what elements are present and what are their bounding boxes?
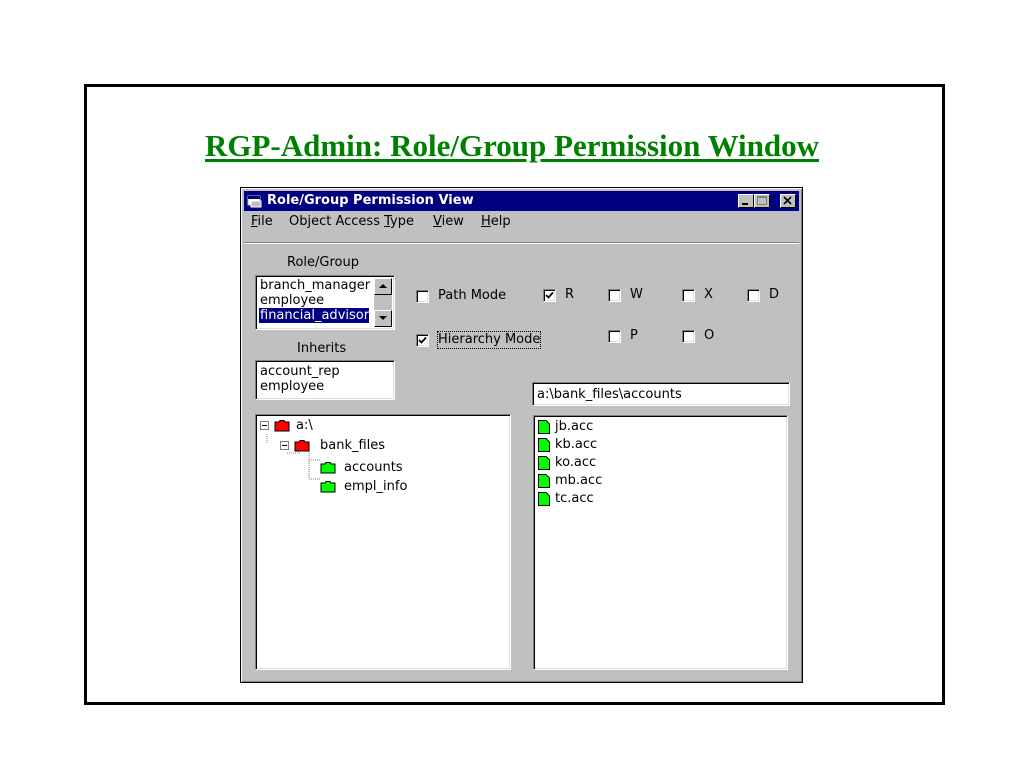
- directory-tree[interactable]: a:\ bank_files accounts empl_info: [255, 414, 511, 670]
- permission-o-label[interactable]: O: [704, 328, 714, 344]
- collapse-icon[interactable]: [260, 421, 269, 430]
- tree-node-label[interactable]: bank_files: [320, 437, 385, 455]
- tree-node-label[interactable]: a:\: [296, 417, 313, 435]
- menu-object-access-type[interactable]: Object Access Type: [289, 214, 414, 230]
- collapse-icon[interactable]: [280, 441, 289, 450]
- menu-view[interactable]: View: [433, 214, 464, 230]
- folder-icon: [320, 462, 336, 474]
- slide-title: RGP-Admin: Role/Group Permission Window: [204, 128, 820, 163]
- permission-p-checkbox[interactable]: [608, 330, 621, 343]
- permission-p-label[interactable]: P: [630, 328, 638, 344]
- file-label[interactable]: tc.acc: [555, 490, 594, 508]
- minimize-icon: [742, 203, 748, 205]
- permission-o-checkbox[interactable]: [682, 330, 695, 343]
- file-icon: [538, 438, 550, 452]
- scroll-down-button[interactable]: [374, 310, 392, 327]
- permission-x-label[interactable]: X: [704, 287, 713, 303]
- file-list[interactable]: jb.acc kb.acc ko.acc mb.acc tc.acc: [533, 415, 788, 670]
- inherits-list[interactable]: account_rep employee: [255, 360, 395, 400]
- menu-help[interactable]: Help: [481, 214, 511, 230]
- folder-icon: [274, 420, 290, 432]
- permission-w-checkbox[interactable]: [608, 289, 621, 302]
- permission-window: Role/Group Permission View File Object A…: [240, 187, 803, 683]
- path-mode-label[interactable]: Path Mode: [438, 288, 506, 304]
- file-icon: [538, 456, 550, 470]
- permission-w-label[interactable]: W: [630, 287, 643, 303]
- check-icon: [418, 336, 427, 344]
- inherits-item[interactable]: account_rep: [259, 364, 341, 379]
- file-label[interactable]: ko.acc: [555, 454, 596, 472]
- folder-icon: [320, 481, 336, 493]
- path-field[interactable]: [532, 382, 790, 406]
- permission-d-label[interactable]: D: [769, 287, 779, 303]
- inherits-item[interactable]: employee: [259, 379, 325, 394]
- hierarchy-mode-checkbox[interactable]: [416, 334, 429, 347]
- file-icon: [538, 492, 550, 506]
- role-group-item[interactable]: branch_manager: [259, 278, 371, 293]
- path-mode-checkbox[interactable]: [416, 290, 429, 303]
- close-icon: [783, 196, 792, 205]
- permission-r-checkbox[interactable]: [543, 289, 556, 302]
- minimize-button[interactable]: [738, 194, 754, 208]
- scroll-up-button[interactable]: [374, 278, 392, 295]
- permission-r-label[interactable]: R: [565, 287, 574, 303]
- file-label[interactable]: jb.acc: [555, 418, 593, 436]
- role-group-list[interactable]: branch_manager employee financial_adviso…: [255, 275, 395, 330]
- arrow-up-icon: [379, 284, 387, 288]
- file-label[interactable]: kb.acc: [555, 436, 597, 454]
- slide: RGP-Admin: Role/Group Permission Window …: [0, 0, 1024, 768]
- permission-x-checkbox[interactable]: [682, 289, 695, 302]
- check-icon: [545, 291, 554, 299]
- file-icon: [538, 420, 550, 434]
- inherits-label: Inherits: [297, 341, 347, 356]
- maximize-button[interactable]: [754, 194, 770, 208]
- file-icon: [538, 474, 550, 488]
- arrow-down-icon: [379, 316, 387, 320]
- role-group-label: Role/Group: [287, 255, 359, 270]
- permission-d-checkbox[interactable]: [747, 289, 760, 302]
- maximize-icon: [757, 196, 767, 205]
- tree-node-label[interactable]: empl_info: [344, 478, 407, 496]
- role-group-item[interactable]: employee: [259, 293, 325, 308]
- close-button[interactable]: [780, 194, 796, 208]
- tree-node-label[interactable]: accounts: [344, 459, 403, 477]
- role-group-item-selected[interactable]: financial_advisor: [259, 308, 369, 323]
- title-bar[interactable]: Role/Group Permission View: [244, 191, 799, 211]
- file-label[interactable]: mb.acc: [555, 472, 602, 490]
- window-title: Role/Group Permission View: [267, 193, 474, 208]
- folder-icon: [294, 440, 310, 452]
- menu-bar: File Object Access Type View Help: [244, 212, 799, 231]
- menu-file[interactable]: File: [251, 214, 273, 230]
- app-window-icon[interactable]: [247, 194, 263, 208]
- role-group-scrollbar[interactable]: [374, 278, 392, 327]
- menu-separator: [244, 242, 799, 244]
- hierarchy-mode-label[interactable]: Hierarchy Mode: [436, 331, 542, 349]
